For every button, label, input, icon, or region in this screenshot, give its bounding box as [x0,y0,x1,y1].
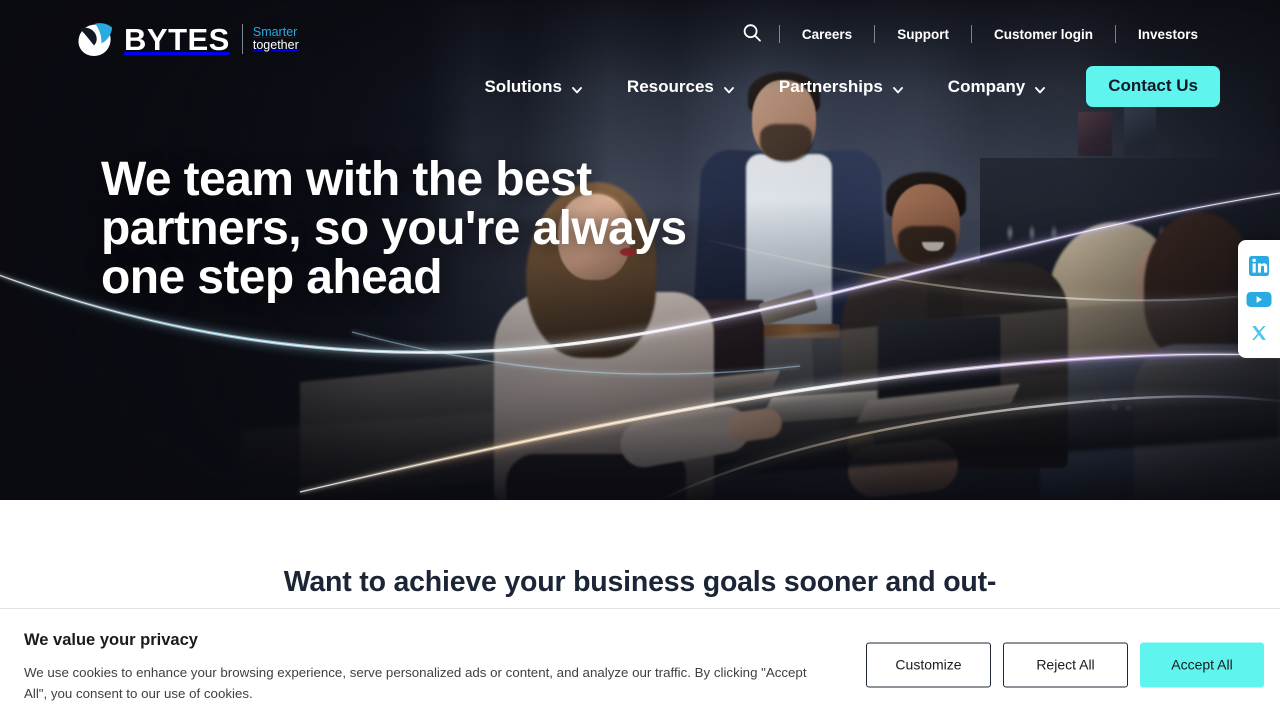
nav-label-company: Company [947,76,1026,96]
chevron-down-icon [723,81,735,93]
utility-link-careers[interactable]: Careers [780,27,874,42]
social-media-rail [1238,240,1280,358]
nav-item-solutions[interactable]: Solutions [462,77,604,97]
social-link-linkedin[interactable] [1248,255,1270,277]
cookie-text-block: We value your privacy We use cookies to … [24,631,824,704]
hero-copy: We team with the best partners, so you'r… [101,153,721,304]
linkedin-icon [1248,255,1270,281]
logo-tagline-line2: together [252,38,299,52]
reject-all-cookies-button[interactable]: Reject All [1003,642,1128,687]
utility-link-investors[interactable]: Investors [1116,27,1220,42]
cookie-banner-actions: Customize Reject All Accept All [866,642,1264,687]
youtube-icon [1246,292,1272,313]
bytes-logo-icon [72,16,118,62]
chevron-down-icon [1034,81,1046,93]
social-link-youtube[interactable] [1246,290,1272,309]
logo-wordmark: BYTES Smarter together [124,24,299,55]
customize-cookies-button[interactable]: Customize [866,642,991,687]
utility-navigation: Careers Support Customer login Investors [739,21,1220,47]
nav-item-company[interactable]: Company [926,77,1068,97]
cookie-banner-title: We value your privacy [24,631,198,649]
utility-link-support[interactable]: Support [875,27,971,42]
search-button[interactable] [739,21,765,47]
site-logo[interactable]: BYTES Smarter together [72,16,299,62]
nav-label-solutions: Solutions [484,76,562,96]
x-twitter-icon [1249,326,1269,347]
search-icon [742,23,762,46]
chevron-down-icon [892,81,904,93]
hero-title: We team with the best partners, so you'r… [101,153,687,304]
logo-brand-name: BYTES [124,21,230,57]
page-root: We team with the best partners, so you'r… [0,0,1280,720]
nav-label-resources: Resources [626,76,714,96]
nav-item-resources[interactable]: Resources [605,77,757,97]
nav-item-partnerships[interactable]: Partnerships [757,77,926,97]
logo-tagline-line1: Smarter [252,24,298,39]
logo-divider [241,24,243,54]
section-heading: Want to achieve your business goals soon… [283,566,997,598]
nav-label-partnerships: Partnerships [778,76,883,96]
cookie-banner-body: We use cookies to enhance your browsing … [24,665,807,701]
accept-all-cookies-button[interactable]: Accept All [1140,642,1264,687]
social-link-x-twitter[interactable] [1249,323,1269,343]
contact-us-button[interactable]: Contact Us [1086,66,1220,107]
main-navigation: Solutions Resources Partnerships Company… [462,66,1220,107]
chevron-down-icon [571,81,583,93]
utility-link-customer-login[interactable]: Customer login [972,27,1115,42]
logo-tagline: Smarter together [252,24,299,53]
cookie-consent-banner: We value your privacy We use cookies to … [0,608,1280,720]
